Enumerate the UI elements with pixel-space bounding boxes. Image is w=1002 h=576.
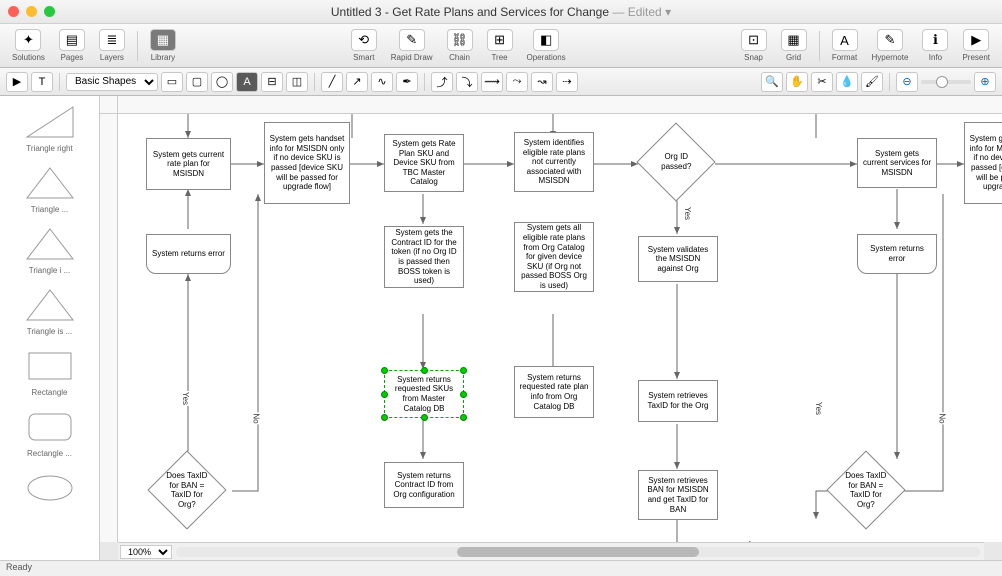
shape-triangle-4[interactable]: Triangle is ... [6,285,93,336]
arrow-tool[interactable]: ↗ [346,72,368,92]
tools-bar: ▶ T Basic Shapes ▭ ▢ ◯ A ⊟ ◫ ╱ ↗ ∿ ✒ ⤴ ⤵… [0,68,1002,96]
edge-label-yes: Yes [683,206,692,221]
zoom-tool[interactable]: 🔍 [761,72,783,92]
main-toolbar: ✦Solutions ▤Pages ≣Layers ▦Library ⟲Smar… [0,24,1002,68]
titlebar: Untitled 3 - Get Rate Plans and Services… [0,0,1002,24]
paint-tool[interactable]: 🖌 [861,72,883,92]
conn3-tool[interactable]: ⟿ [481,72,503,92]
format-button[interactable]: AFormat [826,27,864,64]
edge-label-yes: Yes [181,391,190,406]
shape-roundrect[interactable]: Rectangle ... [6,407,93,458]
tree-button[interactable]: ⊞Tree [481,27,519,64]
smart-button[interactable]: ⟲Smart [345,27,383,64]
main-area: Triangle right Triangle ... Triangle i .… [0,96,1002,560]
node-return-skus[interactable]: System returns requested SKUs from Maste… [384,370,464,418]
node-org-id-passed[interactable]: Org ID passed? [636,122,715,201]
window-title: Untitled 3 - Get Rate Plans and Services… [331,5,671,19]
roundrect-tool[interactable]: ▢ [186,72,208,92]
shape-triangle-3[interactable]: Triangle i ... [6,224,93,275]
zoom-dropdown[interactable]: 100% [120,545,172,559]
rect-tool[interactable]: ▭ [161,72,183,92]
library-button[interactable]: ▦Library [144,27,182,64]
callout-tool[interactable]: ◫ [286,72,308,92]
text-tool[interactable]: T [31,72,53,92]
node-get-rate-plan[interactable]: System gets current rate plan for MSISDN [146,138,231,190]
edge-label-no: No [938,412,947,424]
ellipse-tool[interactable]: ◯ [211,72,233,92]
node-taxid-match-2[interactable]: Does TaxID for BAN = TaxID for Org? [826,450,905,529]
line-tool[interactable]: ╱ [321,72,343,92]
zoom-slider[interactable] [921,80,971,84]
node-handset-info-2[interactable]: System gets handset info for MSISDN only… [964,122,1002,204]
node-validate-msisdn[interactable]: System validates the MSISDN against Org [638,236,718,282]
node-eligible-plans[interactable]: System gets all eligible rate plans from… [514,222,594,292]
conn6-tool[interactable]: ⇢ [556,72,578,92]
window-controls [8,6,55,17]
node-retrieve-taxid[interactable]: System retrieves TaxID for the Org [638,380,718,422]
node-taxid-match-1[interactable]: Does TaxID for BAN = TaxID for Org? [147,450,226,529]
grid-button[interactable]: ▦Grid [775,27,813,64]
edge-label-yes: Yes [814,401,823,416]
info-button[interactable]: ℹInfo [916,27,954,64]
node-rate-plan-sku[interactable]: System gets Rate Plan SKU and Device SKU… [384,134,464,192]
conn2-tool[interactable]: ⤵ [456,72,478,92]
node-return-plan-info[interactable]: System returns requested rate plan info … [514,366,594,418]
pointer-tool[interactable]: ▶ [6,72,28,92]
node-handset-info-1[interactable]: System gets handset info for MSISDN only… [264,122,350,204]
node-current-services[interactable]: System gets current services for MSISDN [857,138,937,188]
hypernote-button[interactable]: ✎Hypernote [866,27,915,64]
ruler-corner [100,96,118,114]
zoom-icon[interactable] [44,6,55,17]
rapid-draw-button[interactable]: ✎Rapid Draw [385,27,439,64]
node-return-contract-id[interactable]: System returns Contract ID from Org conf… [384,462,464,508]
node-identify-plans[interactable]: System identifies eligible rate plans no… [514,132,594,192]
cut-tool[interactable]: ✂ [811,72,833,92]
conn1-tool[interactable]: ⤴ [431,72,453,92]
conn4-tool[interactable]: ⤳ [506,72,528,92]
layers-button[interactable]: ≣Layers [93,27,131,64]
node-return-error-2[interactable]: System returns error [857,234,937,274]
scroll-thumb[interactable] [457,547,698,557]
minimize-icon[interactable] [26,6,37,17]
zoom-in-button[interactable]: ⊕ [974,72,996,92]
solutions-button[interactable]: ✦Solutions [6,27,51,64]
horizontal-scrollbar[interactable]: 100% [118,542,984,560]
node-contract-id[interactable]: System gets the Contract ID for the toke… [384,226,464,288]
operations-button[interactable]: ◧Operations [521,27,572,64]
eyedropper-tool[interactable]: 💧 [836,72,858,92]
status-bar: Ready [0,560,1002,576]
present-button[interactable]: ▶Present [956,27,996,64]
node-return-error-1[interactable]: System returns error [146,234,231,274]
edge-label-no: No [252,412,261,424]
snap-button[interactable]: ⊡Snap [735,27,773,64]
pen-tool[interactable]: ✒ [396,72,418,92]
zoom-out-button[interactable]: ⊖ [896,72,918,92]
node-retrieve-ban[interactable]: System retrieves BAN for MSISDN and get … [638,470,718,520]
vertical-ruler[interactable] [100,114,118,542]
shape-rectangle[interactable]: Rectangle [6,346,93,397]
conn5-tool[interactable]: ↝ [531,72,553,92]
text-shape-tool[interactable]: A [236,72,258,92]
horizontal-ruler[interactable] [118,96,1002,114]
canvas[interactable]: System gets current rate plan for MSISDN… [118,114,1002,542]
close-icon[interactable] [8,6,19,17]
shape-triangle-right[interactable]: Triangle right [6,102,93,153]
chain-button[interactable]: ⛓Chain [441,27,479,64]
hand-tool[interactable]: ✋ [786,72,808,92]
shape-triangle-2[interactable]: Triangle ... [6,163,93,214]
curve-tool[interactable]: ∿ [371,72,393,92]
shape-ellipse[interactable] [6,468,93,510]
pages-button[interactable]: ▤Pages [53,27,91,64]
canvas-wrap: System gets current rate plan for MSISDN… [100,96,1002,560]
textbox-tool[interactable]: ⊟ [261,72,283,92]
shape-selector[interactable]: Basic Shapes [66,73,158,91]
shapes-sidebar[interactable]: Triangle right Triangle ... Triangle i .… [0,96,100,560]
